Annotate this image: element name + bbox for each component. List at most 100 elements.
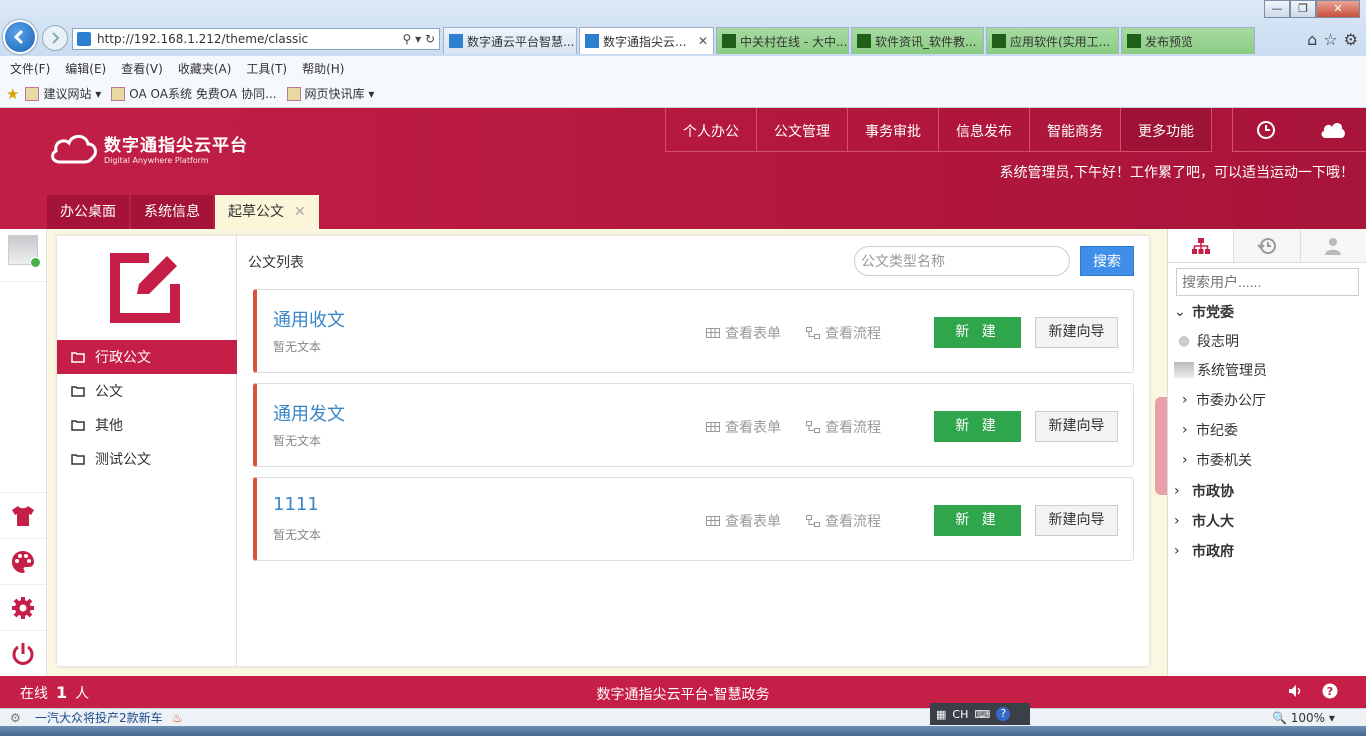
browser-tab[interactable]: 数字通云平台智慧... xyxy=(443,27,577,54)
restore-button[interactable]: ❐ xyxy=(1290,0,1316,18)
document-type-name[interactable]: 通用收文 xyxy=(273,306,345,332)
document-type-name[interactable]: 通用发文 xyxy=(273,400,345,426)
close-window-button[interactable]: ✕ xyxy=(1316,0,1360,18)
logout-button[interactable] xyxy=(0,630,46,676)
clock-button[interactable] xyxy=(1233,108,1300,151)
view-flow-link[interactable]: 查看流程 xyxy=(806,511,881,531)
app-subtitle: Digital Anywhere Platform xyxy=(104,156,209,165)
address-text[interactable]: http://192.168.1.212/theme/classic xyxy=(97,32,308,46)
view-form-link[interactable]: 查看表单 xyxy=(706,511,781,531)
new-wizard-button[interactable]: 新建向导 xyxy=(1035,317,1118,348)
menu-favorites[interactable]: 收藏夹(A) xyxy=(178,60,232,77)
tree-node-root[interactable]: › 市人大 xyxy=(1168,506,1366,536)
view-form-link[interactable]: 查看表单 xyxy=(706,417,781,437)
gear-icon[interactable]: ⚙ xyxy=(1344,30,1358,49)
tree-node-root[interactable]: ⌄ 市党委 xyxy=(1168,297,1366,327)
address-controls[interactable]: ⚲ ▾ ↻ xyxy=(403,32,440,46)
nav-smart-business[interactable]: 智能商务 xyxy=(1030,108,1121,151)
new-wizard-button[interactable]: 新建向导 xyxy=(1035,505,1118,536)
category-other[interactable]: 其他 xyxy=(57,408,237,442)
nav-personal-office[interactable]: 个人办公 xyxy=(666,108,757,151)
close-tab-icon[interactable]: ✕ xyxy=(294,204,306,220)
minimize-button[interactable]: — xyxy=(1264,0,1290,18)
address-bar[interactable]: http://192.168.1.212/theme/classic ⚲ ▾ ↻ xyxy=(72,28,440,50)
org-chart-icon xyxy=(1191,237,1210,254)
category-document[interactable]: 公文 xyxy=(57,374,237,408)
tab-system-info[interactable]: 系统信息 xyxy=(131,195,213,229)
tab-recent[interactable] xyxy=(1234,229,1301,262)
favorites-star-icon[interactable]: ★ xyxy=(6,85,19,103)
star-icon[interactable]: ☆ xyxy=(1323,30,1337,49)
tree-node-group[interactable]: › 市委机关 xyxy=(1168,445,1366,475)
cloud-button[interactable] xyxy=(1300,108,1366,151)
browser-tab[interactable]: 软件资讯_软件教... xyxy=(851,27,984,54)
nav-document-management[interactable]: 公文管理 xyxy=(757,108,848,151)
user-search-input[interactable] xyxy=(1176,268,1359,296)
nav-approval[interactable]: 事务审批 xyxy=(848,108,939,151)
greeting-text: 系统管理员,下午好！工作累了吧，可以适当运动一下哦！ xyxy=(999,165,1354,181)
browser-tab[interactable]: 发布预览 xyxy=(1121,27,1255,54)
page-icon xyxy=(25,86,40,101)
tree-node-root[interactable]: › 市政府 xyxy=(1168,536,1366,566)
document-type-search-input[interactable] xyxy=(854,246,1070,276)
app-footer: 在线 1 人 数字通指尖云平台-智慧政务 ? xyxy=(0,676,1366,708)
document-type-name[interactable]: 1111 xyxy=(273,494,319,515)
panel-toggle-handle[interactable] xyxy=(1155,397,1167,495)
tab-online-users[interactable] xyxy=(1300,229,1366,262)
new-wizard-button[interactable]: 新建向导 xyxy=(1035,411,1118,442)
footer-title: 数字通指尖云平台-智慧政务 xyxy=(596,687,770,703)
menu-edit[interactable]: 编辑(E) xyxy=(65,60,106,77)
favorite-item[interactable]: 网页快讯库 ▾ xyxy=(286,85,374,102)
forward-button[interactable] xyxy=(42,25,68,51)
tree-node-group[interactable]: › 市纪委 xyxy=(1168,415,1366,445)
zoom-level[interactable]: 🔍 100% ▾ xyxy=(1272,711,1335,725)
tree-user[interactable]: ● 段志明 xyxy=(1168,326,1366,356)
header-icons xyxy=(1232,108,1366,152)
volume-icon[interactable] xyxy=(1287,683,1303,703)
nav-more[interactable]: 更多功能 xyxy=(1121,108,1212,151)
menu-help[interactable]: 帮助(H) xyxy=(302,60,344,77)
home-icon[interactable]: ⌂ xyxy=(1307,30,1317,49)
tab-draft-document[interactable]: 起草公文 ✕ xyxy=(215,195,319,229)
browser-tab[interactable]: 应用软件(实用工... xyxy=(986,27,1119,54)
menu-tools[interactable]: 工具(T) xyxy=(246,60,287,77)
folder-icon xyxy=(71,386,85,397)
browser-tab[interactable]: 数字通指尖云... ✕ xyxy=(579,27,714,54)
category-administrative[interactable]: 行政公文 xyxy=(57,340,237,374)
new-document-button[interactable]: 新 建 xyxy=(934,317,1021,348)
view-form-link[interactable]: 查看表单 xyxy=(706,323,781,343)
news-ticker[interactable]: 一汽大众将投产2款新车 xyxy=(35,709,163,726)
chevron-right-icon: › xyxy=(1174,513,1180,529)
gear-icon[interactable]: ⚙ xyxy=(10,711,21,725)
palette-button[interactable] xyxy=(0,538,46,584)
tab-desktop[interactable]: 办公桌面 xyxy=(47,195,129,229)
help-icon[interactable]: ? xyxy=(1322,683,1338,703)
tree-label: 系统管理员 xyxy=(1197,363,1267,379)
new-document-button[interactable]: 新 建 xyxy=(934,411,1021,442)
ime-toolbar[interactable]: ▦ CH ⌨ ? xyxy=(930,703,1030,725)
close-tab-icon[interactable]: ✕ xyxy=(693,34,713,48)
menu-view[interactable]: 查看(V) xyxy=(121,60,163,77)
search-button[interactable]: 搜索 xyxy=(1080,246,1134,276)
settings-button[interactable] xyxy=(0,584,46,630)
browser-tab-label: 数字通云平台智慧... xyxy=(467,34,575,49)
menu-file[interactable]: 文件(F) xyxy=(10,60,50,77)
view-flow-link[interactable]: 查看流程 xyxy=(806,417,881,437)
tree-user[interactable]: 系统管理员 xyxy=(1168,355,1366,385)
favorite-item[interactable]: OA OA系统 免费OA 协同... xyxy=(111,85,277,102)
top-nav: 个人办公 公文管理 事务审批 信息发布 智能商务 更多功能 xyxy=(665,108,1212,152)
folder-icon xyxy=(71,454,85,465)
favorite-item[interactable]: 建议网站 ▾ xyxy=(25,85,101,102)
view-flow-link[interactable]: 查看流程 xyxy=(806,323,881,343)
tree-node-group[interactable]: › 市委办公厅 xyxy=(1168,385,1366,415)
browser-tab[interactable]: 中关村在线 - 大中... xyxy=(716,27,849,54)
new-document-button[interactable]: 新 建 xyxy=(934,505,1021,536)
tree-node-root[interactable]: › 市政协 xyxy=(1168,476,1366,506)
back-button[interactable] xyxy=(3,20,37,54)
avatar[interactable] xyxy=(8,235,41,268)
app-header: 数字通指尖云平台 Digital Anywhere Platform 个人办公 … xyxy=(0,108,1366,229)
category-test[interactable]: 测试公文 xyxy=(57,442,237,476)
tab-org-tree[interactable] xyxy=(1168,229,1235,262)
nav-info-publish[interactable]: 信息发布 xyxy=(939,108,1030,151)
shirt-button[interactable] xyxy=(0,492,46,538)
